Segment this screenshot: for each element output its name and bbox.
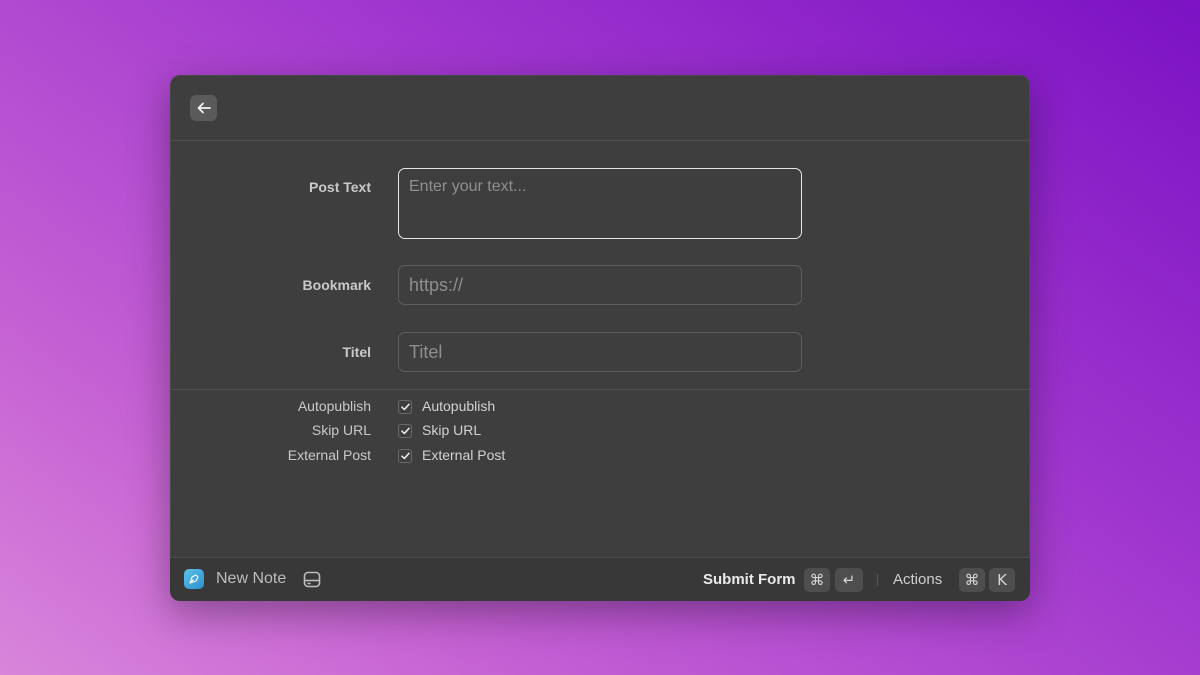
external-post-checkbox[interactable] bbox=[398, 449, 412, 463]
submit-shortcut-cmd-key: ⌘ bbox=[804, 568, 830, 592]
post-text-input[interactable] bbox=[398, 168, 802, 239]
actions-shortcut-k-key: K bbox=[989, 568, 1015, 592]
external-post-row: External Post External Post bbox=[170, 446, 1030, 466]
pen-nib-icon bbox=[184, 569, 204, 589]
action-bar: New Note Submit Form ⌘ ↵ Actions ⌘ K bbox=[170, 557, 1030, 601]
form-window: Post Text Bookmark Titel Autopublish Aut… bbox=[170, 75, 1030, 601]
skip-url-label: Skip URL bbox=[311, 422, 371, 438]
submit-form-button[interactable]: Submit Form bbox=[703, 571, 796, 588]
footer-separator bbox=[877, 574, 878, 586]
checkmark-icon bbox=[400, 427, 410, 435]
autopublish-row: Autopublish Autopublish bbox=[170, 397, 1030, 417]
external-post-label: External Post bbox=[287, 447, 371, 463]
top-bar bbox=[170, 75, 1030, 141]
submit-shortcut-enter-key: ↵ bbox=[835, 568, 863, 592]
hard-drive-icon[interactable] bbox=[303, 571, 321, 588]
skip-url-text[interactable]: Skip URL bbox=[422, 422, 481, 438]
post-text-label: Post Text bbox=[309, 179, 371, 195]
arrow-left-icon bbox=[197, 102, 211, 114]
autopublish-label: Autopublish bbox=[297, 398, 371, 414]
autopublish-checkbox[interactable] bbox=[398, 400, 412, 414]
bookmark-input[interactable] bbox=[398, 265, 802, 305]
bookmark-label: Bookmark bbox=[302, 277, 371, 293]
autopublish-text[interactable]: Autopublish bbox=[422, 398, 495, 414]
actions-shortcut-cmd-key: ⌘ bbox=[959, 568, 985, 592]
command-name: New Note bbox=[216, 570, 287, 587]
skip-url-row: Skip URL Skip URL bbox=[170, 421, 1030, 441]
titel-input[interactable] bbox=[398, 332, 802, 372]
section-divider bbox=[170, 389, 1030, 390]
external-post-text[interactable]: External Post bbox=[422, 447, 505, 463]
back-button[interactable] bbox=[190, 95, 217, 121]
titel-label: Titel bbox=[342, 344, 371, 360]
checkmark-icon bbox=[400, 403, 410, 411]
checkmark-icon bbox=[400, 452, 410, 460]
skip-url-checkbox[interactable] bbox=[398, 424, 412, 438]
actions-button[interactable]: Actions bbox=[893, 571, 942, 588]
